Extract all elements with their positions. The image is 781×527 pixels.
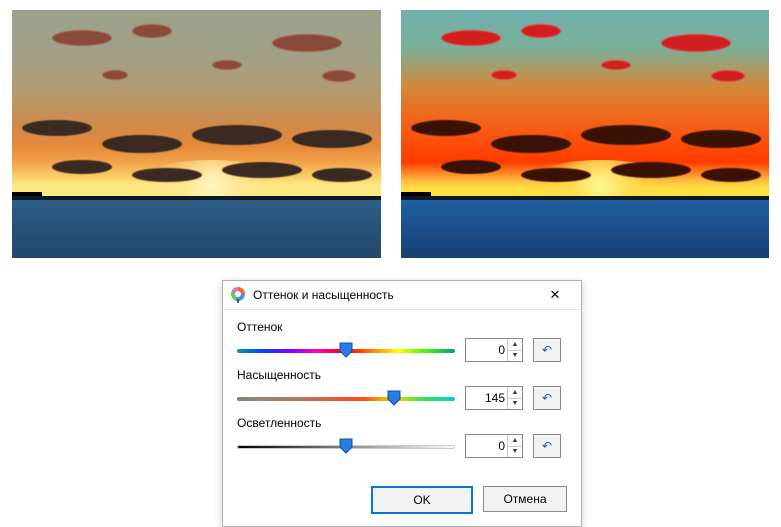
hue-thumb[interactable] bbox=[339, 342, 353, 358]
saturation-slider[interactable] bbox=[237, 388, 455, 408]
hue-saturation-dialog: Оттенок и насыщенность ✕ Оттенок ▲ bbox=[222, 280, 582, 527]
saturation-step-up[interactable]: ▲ bbox=[508, 387, 522, 399]
hue-input[interactable]: ▲ ▼ bbox=[465, 338, 523, 362]
adjusted-image bbox=[401, 10, 770, 258]
undo-icon: ↶ bbox=[542, 343, 552, 357]
saturation-thumb[interactable] bbox=[387, 390, 401, 406]
hue-reset-button[interactable]: ↶ bbox=[533, 338, 561, 362]
hue-slider[interactable] bbox=[237, 340, 455, 360]
lightness-label: Осветленность bbox=[237, 416, 567, 430]
hue-step-down[interactable]: ▼ bbox=[508, 351, 522, 362]
saturation-row: Насыщенность ▲ ▼ ↶ bbox=[237, 368, 567, 410]
saturation-reset-button[interactable]: ↶ bbox=[533, 386, 561, 410]
lightness-reset-button[interactable]: ↶ bbox=[533, 434, 561, 458]
original-image bbox=[12, 10, 381, 258]
hue-row: Оттенок ▲ ▼ ↶ bbox=[237, 320, 567, 362]
undo-icon: ↶ bbox=[542, 439, 552, 453]
undo-icon: ↶ bbox=[542, 391, 552, 405]
lightness-row: Осветленность ▲ ▼ ↶ bbox=[237, 416, 567, 458]
hue-value[interactable] bbox=[466, 339, 507, 361]
close-button[interactable]: ✕ bbox=[535, 283, 575, 307]
saturation-value[interactable] bbox=[466, 387, 507, 409]
hue-step-up[interactable]: ▲ bbox=[508, 339, 522, 351]
lightness-value[interactable] bbox=[466, 435, 507, 457]
close-icon: ✕ bbox=[550, 287, 561, 303]
dialog-title: Оттенок и насыщенность bbox=[253, 288, 535, 302]
cancel-button[interactable]: Отмена bbox=[483, 486, 567, 512]
saturation-input[interactable]: ▲ ▼ bbox=[465, 386, 523, 410]
lightness-thumb[interactable] bbox=[339, 438, 353, 454]
hue-label: Оттенок bbox=[237, 320, 567, 334]
saturation-label: Насыщенность bbox=[237, 368, 567, 382]
lightness-step-up[interactable]: ▲ bbox=[508, 435, 522, 447]
lightness-input[interactable]: ▲ ▼ bbox=[465, 434, 523, 458]
comparison-row bbox=[0, 0, 781, 258]
lightness-slider[interactable] bbox=[237, 436, 455, 456]
saturation-step-down[interactable]: ▼ bbox=[508, 399, 522, 410]
dialog-titlebar[interactable]: Оттенок и насыщенность ✕ bbox=[223, 281, 581, 310]
app-icon bbox=[231, 287, 247, 303]
lightness-step-down[interactable]: ▼ bbox=[508, 447, 522, 458]
ok-button[interactable]: OK bbox=[371, 486, 473, 514]
